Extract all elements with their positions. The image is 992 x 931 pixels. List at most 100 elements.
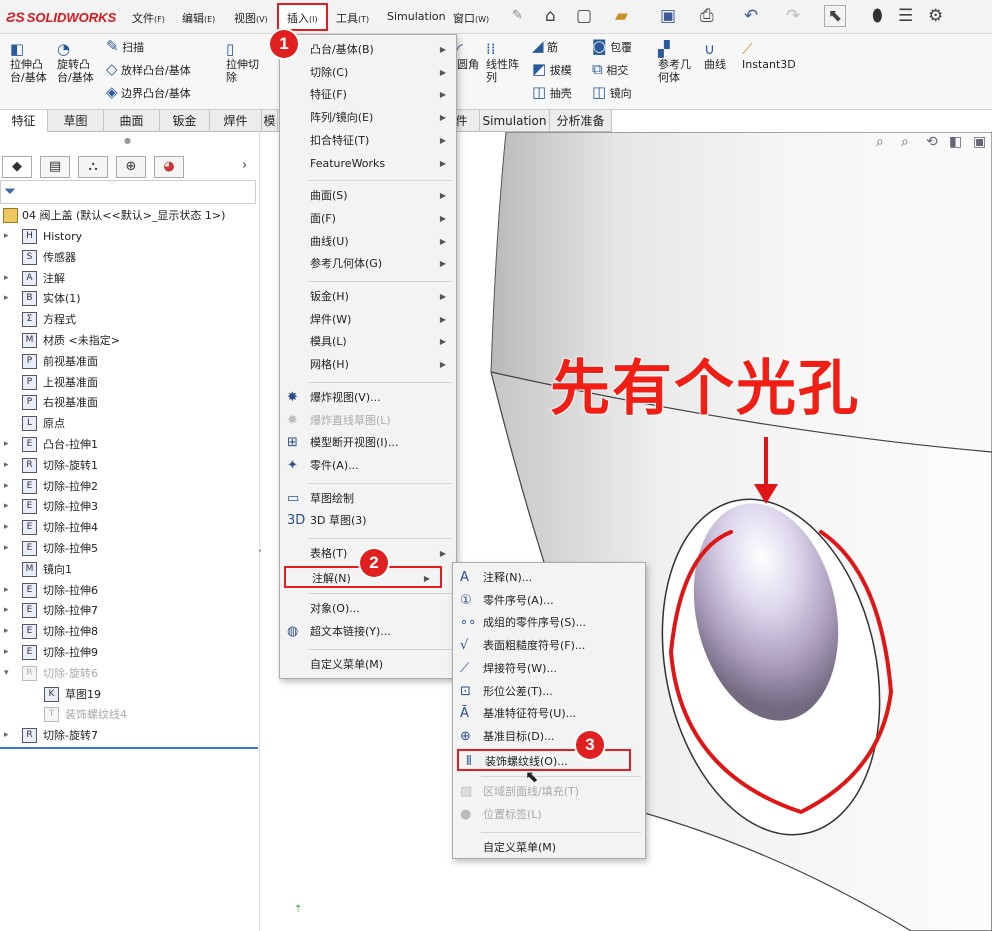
view-orientation-icon[interactable]: ▣ xyxy=(973,134,986,150)
reference-geometry-button[interactable]: ▞ 参考几 何体 xyxy=(658,40,691,84)
tree-item[interactable]: ▸ E 切除-拉伸3 xyxy=(0,496,258,517)
menu-item[interactable]: 自定义菜单(M) xyxy=(453,837,645,859)
menu-item[interactable]: ⊞ 模型断开视图(I)... xyxy=(280,432,456,454)
menu-item[interactable]: 网格(H) ▶ xyxy=(280,354,456,376)
tab-7[interactable]: Simulation xyxy=(480,110,550,132)
tree-twisty-icon[interactable]: ▸ xyxy=(4,434,9,455)
tree-twisty-icon[interactable]: ▸ xyxy=(4,268,9,289)
menu-item[interactable]: 曲面(S) ▶ xyxy=(280,185,456,207)
tree-twisty-icon[interactable]: ▸ xyxy=(4,600,9,621)
loft-button[interactable]: ◇ 放样凸台/基体 xyxy=(106,62,191,78)
menu-item[interactable]: 面(F) ▶ xyxy=(280,208,456,230)
tree-twisty-icon[interactable]: ▸ xyxy=(4,517,9,538)
menu-item[interactable]: ∘∘ 成组的零件序号(S)... xyxy=(453,612,645,634)
tree-twisty-icon[interactable]: ▸ xyxy=(4,226,9,247)
print-icon[interactable]: ⎙ xyxy=(700,6,714,26)
section-view-icon[interactable]: ◧ xyxy=(949,134,962,150)
menu-tools[interactable]: 工具(T) xyxy=(336,10,369,26)
fillet-button[interactable]: ◜ 圆角 xyxy=(457,40,479,71)
tree-item[interactable]: ▸ E 切除-拉伸5 xyxy=(0,538,258,559)
tree-item[interactable]: ▸ E 切除-拉伸9 xyxy=(0,642,258,663)
tree-root-part[interactable]: 04 阀上盖 (默认<<默认>_显示状态 1>) xyxy=(0,205,258,226)
home-icon[interactable]: ⌂ xyxy=(545,6,556,26)
menu-item[interactable]: ⟋ 焊接符号(W)... xyxy=(453,658,645,680)
menu-item[interactable]: ✸ 爆炸直线草图(L) xyxy=(280,410,456,432)
traffic-light-icon[interactable]: ⬮ xyxy=(872,6,883,26)
tree-twisty-icon[interactable]: ▸ xyxy=(4,476,9,497)
tree-item[interactable]: P 右视基准面 xyxy=(0,392,258,413)
zoom-area-icon[interactable]: ⌕ xyxy=(901,134,909,150)
menu-simulation[interactable]: Simulation xyxy=(387,10,446,23)
tree-item[interactable]: L 原点 xyxy=(0,413,258,434)
undo-icon[interactable]: ↶ xyxy=(744,6,758,26)
menu-file[interactable]: 文件(F) xyxy=(132,10,165,26)
tab-4[interactable]: 焊件 xyxy=(210,110,262,132)
filter-funnel-icon[interactable]: ⏷ xyxy=(4,182,16,200)
dimxpert-tab-icon[interactable]: ⊕ xyxy=(116,156,146,178)
settings-gear-icon[interactable]: ⚙ xyxy=(928,6,943,26)
instant3d-button[interactable]: ⟋ Instant3D xyxy=(742,40,796,71)
menu-item[interactable]: 3D 3D 草图(3) xyxy=(280,510,456,532)
tree-twisty-icon[interactable]: ▸ xyxy=(4,496,9,517)
menu-item[interactable]: A 注释(N)... xyxy=(453,567,645,589)
extrude-boss-button[interactable]: ◧ 拉伸凸 台/基体 xyxy=(10,40,47,84)
tree-twisty-icon[interactable]: ▸ xyxy=(4,288,9,309)
tree-item[interactable]: ▸ E 切除-拉伸8 xyxy=(0,621,258,642)
revolve-boss-button[interactable]: ◔ 旋转凸 台/基体 xyxy=(57,40,94,84)
tree-twisty-icon[interactable]: ▸ xyxy=(4,580,9,601)
menu-item[interactable]: ▭ 草图绘制 xyxy=(280,488,456,510)
pin-icon[interactable]: ✎ xyxy=(512,6,523,26)
tree-item[interactable]: ▸ A 注解 xyxy=(0,268,258,289)
menu-item[interactable]: ⦀ 装饰螺纹线(O)... xyxy=(457,748,631,771)
menu-item[interactable]: 焊件(W) ▶ xyxy=(280,309,456,331)
menu-item[interactable]: 特征(F) ▶ xyxy=(280,84,456,106)
menu-insert[interactable]: 插入(I) xyxy=(287,10,318,26)
menu-item[interactable]: 参考几何体(G) ▶ xyxy=(280,253,456,275)
tab-0[interactable]: 特征 xyxy=(0,110,48,132)
tree-item[interactable]: ▸ E 切除-拉伸7 xyxy=(0,600,258,621)
rib-button[interactable]: ◢ 筋 xyxy=(532,39,558,55)
curves-button[interactable]: ∪ 曲线 xyxy=(704,40,726,71)
mirror-button[interactable]: ◫ 镜向 xyxy=(592,85,632,101)
menu-item[interactable]: 对象(O)... xyxy=(280,598,456,620)
menu-item[interactable]: ● 位置标签(L) xyxy=(453,804,645,826)
menu-item[interactable]: 曲线(U) ▶ xyxy=(280,231,456,253)
draft-button[interactable]: ◩ 拔模 xyxy=(532,62,572,78)
tree-item[interactable]: ▸ R 切除-旋转7 xyxy=(0,725,258,746)
tree-item[interactable]: S 传感器 xyxy=(0,247,258,268)
redo-icon[interactable]: ↷ xyxy=(786,6,800,26)
menu-view[interactable]: 视图(V) xyxy=(234,10,268,26)
tree-twisty-icon[interactable]: ▾ xyxy=(4,663,9,684)
menu-item[interactable]: ① 零件序号(A)... xyxy=(453,590,645,612)
tree-twisty-icon[interactable]: ▸ xyxy=(4,538,9,559)
tree-item[interactable]: T 装饰螺纹线4 xyxy=(0,704,258,725)
menu-item[interactable]: 切除(C) ▶ xyxy=(280,62,456,84)
tree-item[interactable]: M 材质 <未指定> xyxy=(0,330,258,351)
menu-item[interactable]: ▨ 区域剖面线/填充(T) xyxy=(453,781,645,803)
tree-item[interactable]: M 镜向1 xyxy=(0,559,258,580)
tree-item[interactable]: ▸ E 切除-拉伸4 xyxy=(0,517,258,538)
boundary-boss-button[interactable]: ◈ 边界凸台/基体 xyxy=(106,85,191,101)
select-arrow-icon[interactable]: ⬉ xyxy=(824,5,846,27)
tree-twisty-icon[interactable]: ▸ xyxy=(4,455,9,476)
sweep-button[interactable]: ✎ 扫描 xyxy=(106,39,144,55)
tree-item[interactable]: ▸ E 切除-拉伸6 xyxy=(0,580,258,601)
save-icon[interactable]: ▣ xyxy=(660,6,676,26)
property-manager-tab-icon[interactable]: ▤ xyxy=(40,156,70,178)
zoom-fit-icon[interactable]: ⌕ xyxy=(876,134,884,150)
panel-grip-icon[interactable]: ● xyxy=(124,136,131,145)
tree-item[interactable]: ▸ B 实体(1) xyxy=(0,288,258,309)
menu-item[interactable]: 钣金(H) ▶ xyxy=(280,286,456,308)
intersect-button[interactable]: ⧉ 相交 xyxy=(592,62,628,78)
tab-1[interactable]: 草图 xyxy=(48,110,104,132)
wrap-button[interactable]: ◙ 包覆 xyxy=(592,39,632,55)
menu-item[interactable]: ✦ 零件(A)... xyxy=(280,455,456,477)
menu-item[interactable]: 阵列/镜向(E) ▶ xyxy=(280,107,456,129)
menu-item[interactable]: 扣合特征(T) ▶ xyxy=(280,130,456,152)
tree-item[interactable]: P 上视基准面 xyxy=(0,372,258,393)
tab-3[interactable]: 钣金 xyxy=(160,110,210,132)
panel-expand-chevron-icon[interactable]: › xyxy=(242,158,247,173)
menu-item[interactable]: ◍ 超文本链接(Y)... xyxy=(280,621,456,643)
tree-item[interactable]: ▸ E 切除-拉伸2 xyxy=(0,476,258,497)
tree-item[interactable]: ▾ R 切除-旋转6 xyxy=(0,663,258,684)
